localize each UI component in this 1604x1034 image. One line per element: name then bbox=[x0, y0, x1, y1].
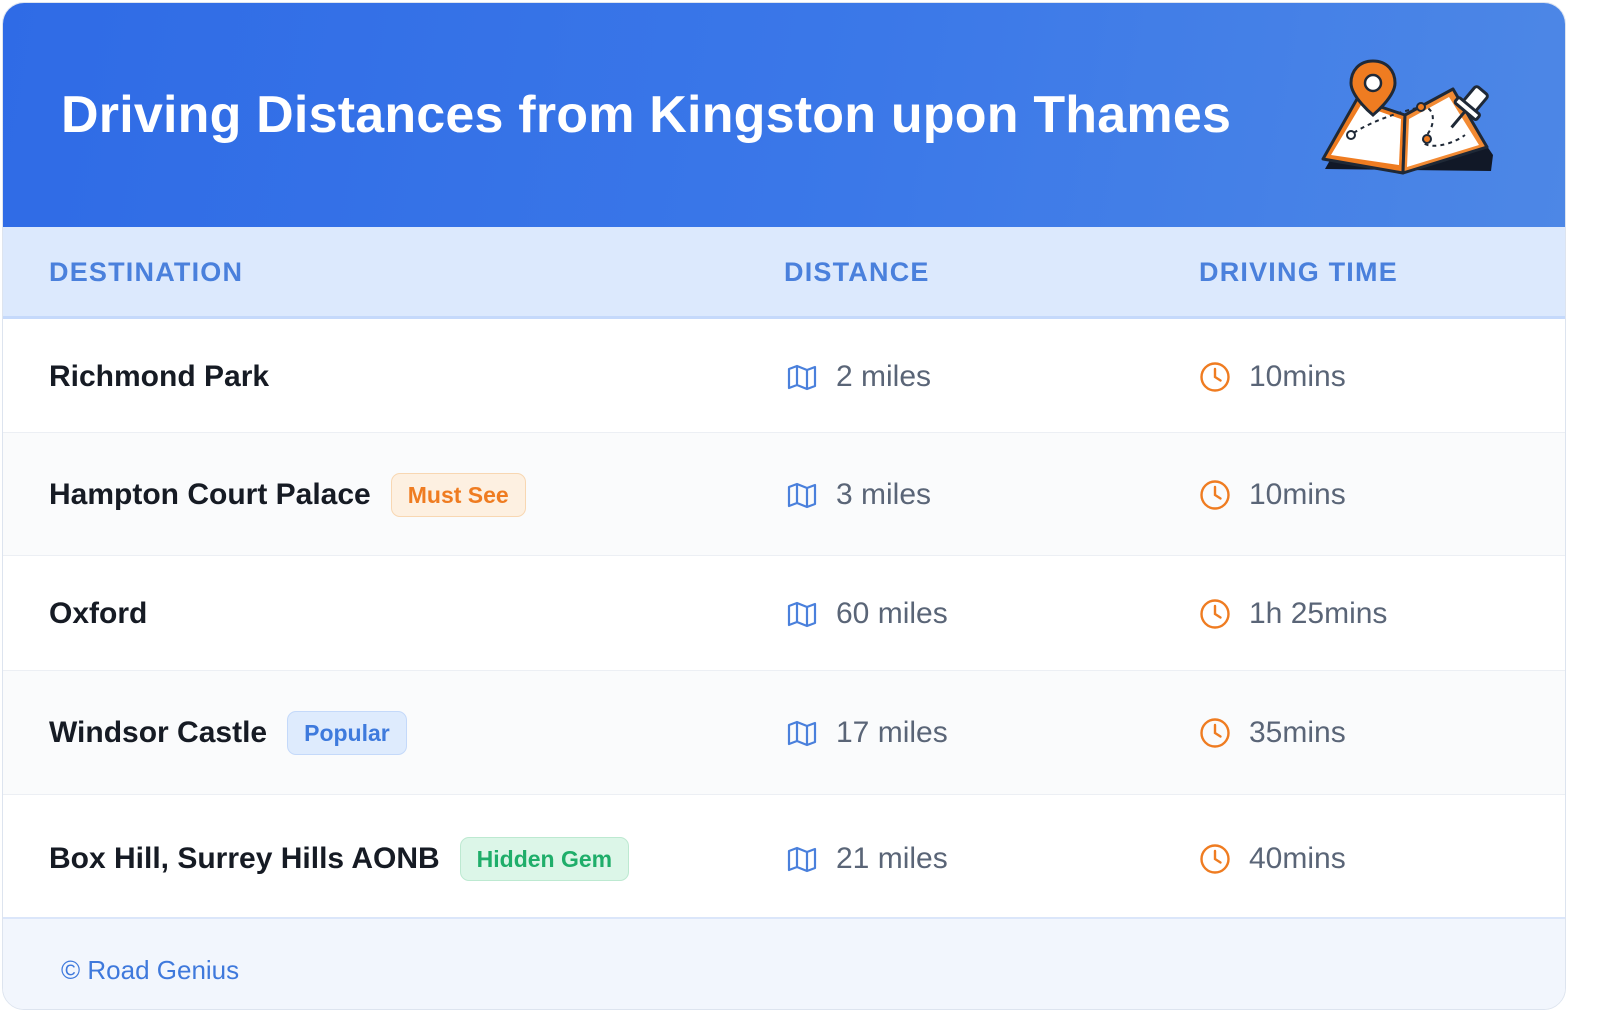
time-cell: 35mins bbox=[1199, 709, 1346, 757]
map-icon bbox=[787, 482, 817, 509]
destination-name: Hampton Court Palace bbox=[49, 478, 371, 511]
popular-badge: Popular bbox=[287, 711, 407, 755]
credit-link[interactable]: © Road Genius bbox=[61, 955, 239, 986]
table-row: Oxford 60 miles 1h 25mins bbox=[3, 556, 1565, 671]
distance-cell: 3 miles bbox=[786, 471, 931, 519]
time-cell: 10mins bbox=[1199, 353, 1346, 401]
destination-cell: Oxford bbox=[49, 590, 147, 638]
hidden-gem-badge: Hidden Gem bbox=[459, 837, 630, 881]
clock-icon bbox=[1200, 599, 1230, 629]
footer: © Road Genius bbox=[3, 917, 1565, 1009]
table-header: DESTINATION DISTANCE DRIVING TIME bbox=[3, 227, 1565, 319]
destination-name: Box Hill, Surrey Hills AONB bbox=[49, 842, 440, 875]
destination-name: Oxford bbox=[49, 597, 148, 630]
destination-cell: Richmond Park bbox=[49, 353, 269, 401]
destination-name: Windsor Castle bbox=[49, 716, 268, 749]
table-row: Hampton Court Palace Must See 3 miles 10… bbox=[3, 433, 1565, 556]
map-with-pins-icon bbox=[1321, 59, 1493, 175]
distance-value: 60 miles bbox=[836, 597, 948, 630]
distance-card: Driving Distances from Kingston upon Tha… bbox=[2, 2, 1566, 1010]
time-cell: 40mins bbox=[1199, 835, 1346, 883]
distance-cell: 17 miles bbox=[786, 709, 948, 757]
time-value: 10mins bbox=[1249, 360, 1346, 393]
distance-value: 2 miles bbox=[836, 360, 932, 393]
destination-cell: Box Hill, Surrey Hills AONB Hidden Gem bbox=[49, 835, 630, 883]
header-banner: Driving Distances from Kingston upon Tha… bbox=[3, 3, 1565, 227]
map-icon bbox=[787, 720, 817, 747]
distance-value: 17 miles bbox=[836, 716, 948, 749]
map-icon bbox=[787, 601, 817, 628]
clock-icon bbox=[1200, 480, 1230, 510]
column-header-distance: DISTANCE bbox=[784, 257, 930, 287]
map-icon bbox=[787, 364, 817, 391]
map-icon bbox=[787, 846, 817, 873]
distance-value: 21 miles bbox=[836, 842, 948, 875]
clock-icon bbox=[1200, 718, 1230, 748]
column-header-driving-time: DRIVING TIME bbox=[1199, 257, 1398, 287]
time-value: 10mins bbox=[1249, 478, 1346, 511]
time-cell: 1h 25mins bbox=[1199, 590, 1387, 638]
table-row: Windsor Castle Popular 17 miles 35mins bbox=[3, 671, 1565, 795]
time-value: 35mins bbox=[1249, 716, 1346, 749]
destination-name: Richmond Park bbox=[49, 360, 270, 393]
clock-icon bbox=[1200, 844, 1230, 874]
clock-icon bbox=[1200, 362, 1230, 392]
must-see-badge: Must See bbox=[390, 473, 526, 517]
distance-value: 3 miles bbox=[836, 478, 932, 511]
table-row: Richmond Park 2 miles 10mins bbox=[3, 319, 1565, 433]
destination-cell: Windsor Castle Popular bbox=[49, 709, 407, 757]
table-row: Box Hill, Surrey Hills AONB Hidden Gem 2… bbox=[3, 795, 1565, 917]
distance-cell: 60 miles bbox=[786, 590, 948, 638]
destination-cell: Hampton Court Palace Must See bbox=[49, 471, 526, 519]
distance-cell: 21 miles bbox=[786, 835, 948, 883]
time-value: 40mins bbox=[1249, 842, 1346, 875]
time-value: 1h 25mins bbox=[1249, 597, 1388, 630]
page-title: Driving Distances from Kingston upon Tha… bbox=[61, 86, 1232, 144]
time-cell: 10mins bbox=[1199, 471, 1346, 519]
column-header-destination: DESTINATION bbox=[49, 257, 244, 287]
distance-cell: 2 miles bbox=[786, 353, 931, 401]
